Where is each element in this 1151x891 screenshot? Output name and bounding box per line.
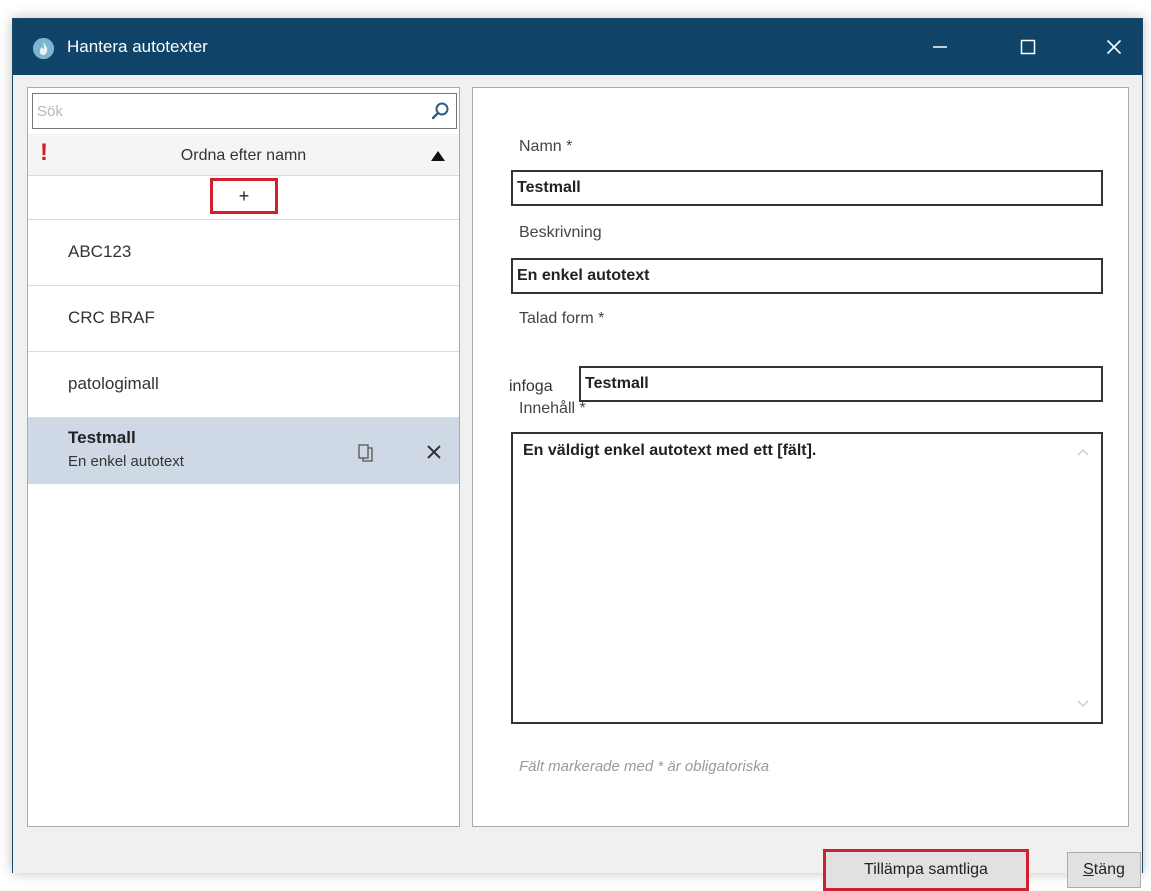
list-item[interactable]: CRC BRAF <box>28 286 459 352</box>
content-label: Innehåll * <box>519 400 586 417</box>
name-field[interactable] <box>511 170 1103 206</box>
copy-icon[interactable] <box>358 444 374 462</box>
flame-icon <box>33 38 54 59</box>
content-textarea[interactable]: En väldigt enkel autotext med ett [fält]… <box>511 432 1103 724</box>
add-autotext-button[interactable]: + <box>210 178 278 214</box>
list-item[interactable]: patologimall <box>28 352 459 418</box>
manage-autotexts-window: Hantera autotexter ! <box>12 18 1143 891</box>
sort-header[interactable]: ! Ordna efter namn <box>28 134 459 176</box>
close-button-mnemonic: S <box>1083 861 1094 878</box>
autotext-list-panel: ! Ordna efter namn + ABC123 CRC BRAF pat… <box>27 87 460 827</box>
apply-all-button[interactable]: Tillämpa samtliga <box>823 849 1029 891</box>
description-field[interactable] <box>511 258 1103 294</box>
list-item-selected[interactable]: Testmall En enkel autotext <box>28 418 459 484</box>
list-item-name: Testmall <box>68 428 136 447</box>
maximize-icon <box>1020 39 1036 55</box>
search-input[interactable] <box>33 94 423 128</box>
close-button-label: täng <box>1093 861 1125 878</box>
spoken-form-label: Talad form * <box>519 310 605 327</box>
spoken-form-prefix: infoga <box>509 378 553 395</box>
description-label: Beskrivning <box>519 224 602 241</box>
close-window-button[interactable] <box>1084 19 1144 75</box>
minimize-button[interactable] <box>910 19 970 75</box>
name-label: Namn * <box>519 138 573 155</box>
window-title: Hantera autotexter <box>67 37 208 56</box>
close-button[interactable]: Stäng <box>1067 852 1141 888</box>
list-item-name: ABC123 <box>68 242 132 261</box>
autotext-edit-panel: Namn * Beskrivning Talad form * infoga I… <box>472 87 1129 827</box>
maximize-button[interactable] <box>998 19 1058 75</box>
add-row: + <box>28 176 459 220</box>
list-item-name: CRC BRAF <box>68 308 155 327</box>
content-text: En väldigt enkel autotext med ett [fält]… <box>523 442 817 459</box>
close-icon <box>1106 39 1122 55</box>
search-icon[interactable] <box>430 101 450 121</box>
list-item-name: patologimall <box>68 374 159 393</box>
search-box[interactable] <box>32 93 457 129</box>
minimize-icon <box>933 46 947 48</box>
triangle-up-icon[interactable] <box>431 151 445 161</box>
title-bar[interactable]: Hantera autotexter <box>13 19 1142 75</box>
list-item-description: En enkel autotext <box>68 453 184 470</box>
required-fields-note: Fält markerade med * är obligatoriska <box>519 758 770 775</box>
delete-icon[interactable] <box>426 444 442 460</box>
list-item[interactable]: ABC123 <box>28 220 459 286</box>
scroll-down-icon[interactable] <box>1077 700 1089 708</box>
sort-by-name-label[interactable]: Ordna efter namn <box>28 147 459 165</box>
spoken-form-field[interactable] <box>579 366 1103 402</box>
scroll-up-icon[interactable] <box>1077 448 1089 456</box>
